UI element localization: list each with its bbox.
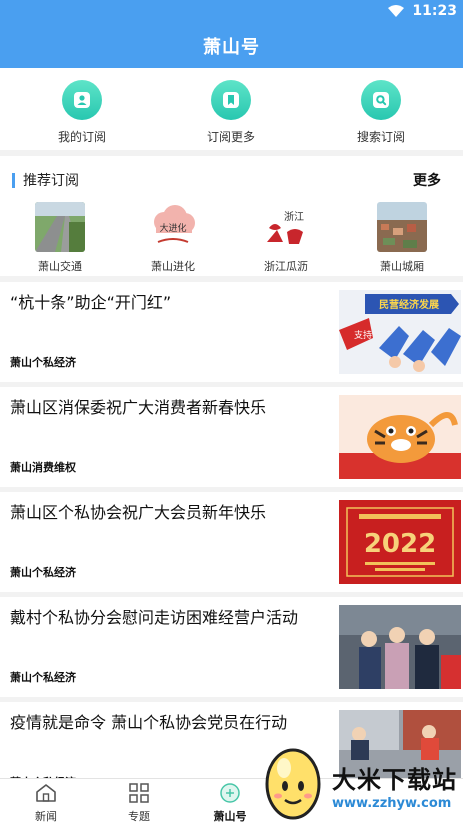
quick-actions: 我的订阅 订阅更多 搜索订阅 <box>0 68 463 150</box>
news-title: 萧山区消保委祝广大消费者新春快乐 <box>10 398 267 417</box>
news-thumbnail: 2022 <box>339 500 461 584</box>
recommend-item-label: 萧山城厢 <box>380 260 424 273</box>
watermark-url: www.zzhyw.com <box>332 796 452 811</box>
recommend-item-xiaoshan-traffic[interactable]: 萧山交通 <box>15 202 105 274</box>
tab-label: 新闻 <box>35 810 57 823</box>
news-item[interactable]: 戴村个私协分会慰问走访困难经营户活动 萧山个私经济 <box>0 597 463 697</box>
zhejiang-guali-logo: 浙江 <box>261 202 311 252</box>
grid-icon <box>129 783 149 803</box>
tab-news[interactable]: 新闻 <box>6 783 86 823</box>
search-subscriptions-button[interactable]: 搜索订阅 <box>326 80 436 145</box>
subscribe-more-button[interactable]: 订阅更多 <box>176 80 286 145</box>
bookmark-icon <box>211 80 251 120</box>
news-title: 戴村个私协分会慰问走访困难经营户活动 <box>10 608 299 627</box>
news-tag: 萧山个私经济 <box>10 566 76 579</box>
recommend-title: 推荐订阅 <box>23 173 79 189</box>
xiaoshan-traffic-thumbnail <box>35 202 85 252</box>
news-title: 萧山区个私协会祝广大会员新年快乐 <box>10 503 267 522</box>
wifi-icon <box>388 5 405 17</box>
news-title: 疫情就是命令 萧山个私协会党员在行动 <box>10 713 288 732</box>
home-icon <box>36 784 56 802</box>
tab-topics[interactable]: 专题 <box>99 783 179 823</box>
tab-label: 专题 <box>128 810 150 823</box>
person-icon <box>62 80 102 120</box>
header: 萧山号 <box>0 24 463 68</box>
status-time: 11:23 <box>412 3 457 19</box>
news-title: “杭十条”助企“开门红” <box>10 293 172 312</box>
news-tag: 萧山消费维权 <box>10 461 76 474</box>
page-title: 萧山号 <box>203 37 260 58</box>
news-thumbnail <box>339 605 461 689</box>
news-tag: 萧山个私经济 <box>10 356 76 369</box>
status-bar: 11:23 <box>0 0 463 24</box>
my-subscriptions-button[interactable]: 我的订阅 <box>27 80 137 145</box>
recommend-item-label: 浙江瓜沥 <box>264 260 308 273</box>
watermark-text: 大米下载站 <box>332 766 457 794</box>
search-subscriptions-label: 搜索订阅 <box>356 130 405 144</box>
recommend-section: 推荐订阅 更多 萧山交通 大进化 萧山进化 浙江 浙江瓜沥 萧山城厢 <box>0 156 463 276</box>
jinhua-logo-text: 大进化 <box>159 222 186 234</box>
rice-mascot-logo <box>265 748 321 820</box>
sign-text: 支持 <box>354 329 372 341</box>
xiaoshan-chengxiang-thumbnail <box>377 202 427 252</box>
news-item[interactable]: 萧山区消保委祝广大消费者新春快乐 萧山消费维权 <box>0 387 463 487</box>
xiaoshanhao-icon <box>220 783 240 803</box>
banner-text: 民营经济发展 <box>379 298 439 311</box>
watermark: 大米下载站 www.zzhyw.com <box>258 740 463 823</box>
year-text: 2022 <box>364 529 436 559</box>
news-thumbnail <box>339 395 461 479</box>
subscribe-more-label: 订阅更多 <box>206 130 255 144</box>
news-item[interactable]: 萧山区个私协会祝广大会员新年快乐 萧山个私经济 2022 <box>0 492 463 592</box>
section-marker <box>12 172 15 188</box>
xiaoshan-jinhua-logo: 大进化 <box>148 202 198 252</box>
recommend-item-zhejiang-guali[interactable]: 浙江 浙江瓜沥 <box>241 202 331 274</box>
news-item[interactable]: “杭十条”助企“开门红” 萧山个私经济 民营经济发展 支持 <box>0 282 463 382</box>
recommend-item-xiaoshan-chengxiang[interactable]: 萧山城厢 <box>357 202 447 274</box>
recommend-item-label: 萧山进化 <box>151 260 195 273</box>
news-thumbnail: 民营经济发展 支持 <box>339 290 461 374</box>
recommend-item-xiaoshan-jinhua[interactable]: 大进化 萧山进化 <box>128 202 218 274</box>
recommend-item-label: 萧山交通 <box>38 260 82 273</box>
more-link[interactable]: 更多 <box>413 170 441 190</box>
my-subscriptions-label: 我的订阅 <box>57 130 106 144</box>
search-icon <box>361 80 401 120</box>
news-tag: 萧山个私经济 <box>10 671 76 684</box>
guali-logo-text: 浙江 <box>284 211 304 223</box>
